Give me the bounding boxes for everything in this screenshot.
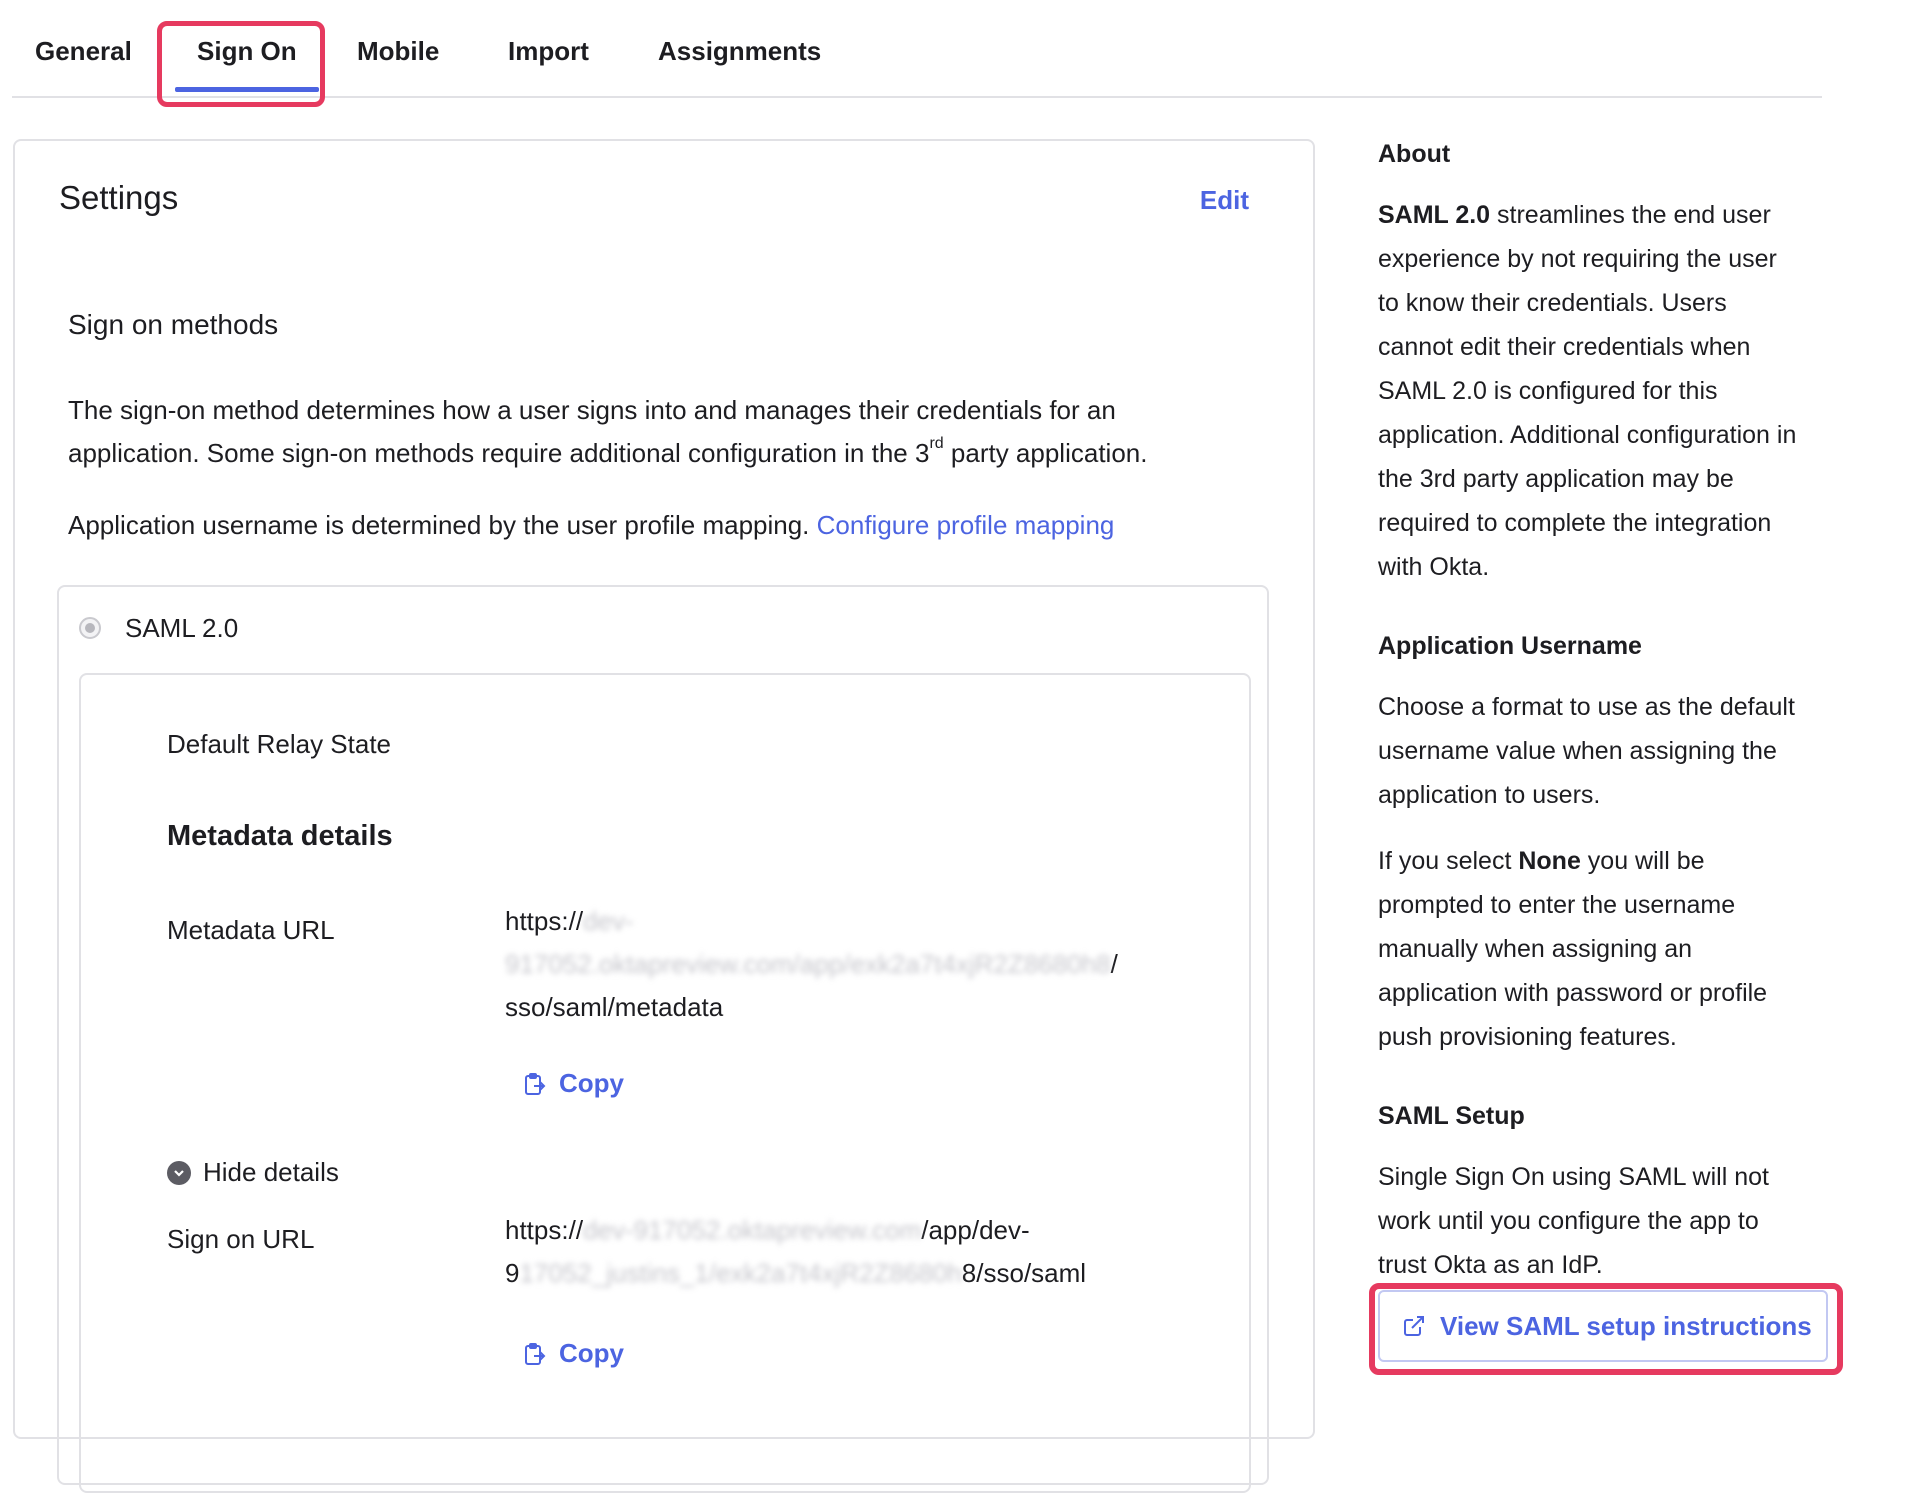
none-line: you will be [1580, 847, 1705, 875]
metadata-url-prefix: https:// [505, 906, 584, 936]
configure-profile-mapping-link[interactable]: Configure profile mapping [817, 510, 1115, 540]
button-highlight-box [1369, 1283, 1843, 1375]
metadata-url-label: Metadata URL [167, 915, 335, 945]
app-username-line: username value when assigning the [1378, 737, 1777, 765]
default-relay-state-label: Default Relay State [167, 729, 392, 759]
app-username-title: Application Username [1378, 632, 1642, 660]
username-text: Application username is determined by th… [68, 510, 817, 540]
saml-setup-text: Single Sign On using SAML will not work … [1378, 1155, 1858, 1287]
app-username-text: Choose a format to use as the default us… [1378, 685, 1858, 817]
clipboard-copy-icon [525, 1072, 546, 1095]
sign-on-methods-title: Sign on methods [68, 309, 279, 340]
desc-line-2-post: party application. [943, 438, 1148, 468]
desc-line-2-pre: application. Some sign-on methods requir… [68, 438, 930, 468]
tab-general[interactable]: General [35, 36, 132, 67]
sign-on-url-suffix: 8/sso/saml [961, 1258, 1087, 1288]
about-line: SAML 2.0 is configured for this [1378, 377, 1718, 405]
metadata-url-redacted-2: 917052.oktapreview.com/app/exk2a7t4xjR2Z… [505, 949, 1111, 979]
sign-on-methods-description: The sign-on method determines how a user… [68, 389, 1288, 475]
about-line: the 3rd party application may be [1378, 465, 1734, 493]
settings-card: Settings Edit Sign on methods The sign-o… [13, 139, 1315, 1493]
desc-line-1: The sign-on method determines how a user… [68, 395, 1116, 425]
metadata-url-suffix: sso/saml/metadata [505, 992, 724, 1022]
app-username-line: application to users. [1378, 781, 1601, 809]
about-line: experience by not requiring the user [1378, 245, 1777, 273]
sign-on-url-redacted-1: dev-917052.oktapreview.com [583, 1215, 922, 1245]
tab-import[interactable]: Import [508, 36, 589, 67]
metadata-url-redacted-1: dev- [583, 906, 634, 936]
about-title: About [1378, 140, 1451, 168]
hide-details-label: Hide details [203, 1157, 339, 1187]
about-line: required to complete the integration [1378, 509, 1772, 537]
saml-setup-line: trust Okta as an IdP. [1378, 1251, 1603, 1279]
metadata-url-value: https://dev- 917052.oktapreview.com/app/… [505, 900, 1185, 1029]
saml-details-box: Default Relay State Metadata details Met… [79, 673, 1251, 1493]
copy-sign-on-url-button[interactable]: Copy [523, 1338, 624, 1369]
tab-highlight-box [157, 21, 325, 107]
clipboard-copy-icon [525, 1342, 546, 1365]
none-option-text: If you select None you will be prompted … [1378, 839, 1858, 1059]
app-username-line: Choose a format to use as the default [1378, 693, 1795, 721]
tab-mobile[interactable]: Mobile [357, 36, 439, 67]
metadata-details-title: Metadata details [167, 820, 393, 852]
about-line: with Okta. [1378, 553, 1490, 581]
copy-label: Copy [559, 1068, 624, 1098]
desc-sup: rd [929, 435, 944, 452]
sign-on-url-line2-pre: 9 [505, 1258, 520, 1288]
hide-details-toggle[interactable]: Hide details [167, 1157, 339, 1188]
metadata-url-mid: / [1110, 949, 1118, 979]
none-line: application with password or profile [1378, 979, 1768, 1007]
none-line: manually when assigning an [1378, 935, 1693, 963]
about-line: application. Additional configuration in [1378, 421, 1797, 449]
copy-metadata-url-button[interactable]: Copy [523, 1068, 624, 1099]
none-line: push provisioning features. [1378, 1023, 1677, 1051]
sign-on-url-prefix: https:// [505, 1215, 584, 1245]
about-bold: SAML 2.0 [1378, 201, 1491, 229]
none-line: prompted to enter the username [1378, 891, 1736, 919]
tab-assignments[interactable]: Assignments [658, 36, 821, 67]
about-line: cannot edit their credentials when [1378, 333, 1751, 361]
chevron-circle-icon [167, 1160, 191, 1185]
copy-label: Copy [559, 1338, 624, 1368]
none-pre: If you select [1378, 847, 1519, 875]
sign-on-url-redacted-2: 17052_justins_1/exk2a7t4xjR2Z8680h [519, 1258, 962, 1288]
sign-on-url-mid: /app/dev- [921, 1215, 1030, 1245]
saml-method-box: SAML 2.0 Default Relay State Metadata de… [57, 585, 1269, 1493]
sign-on-url-label: Sign on URL [167, 1224, 315, 1254]
sign-on-url-value: https://dev-917052.oktapreview.com/app/d… [505, 1209, 1185, 1295]
username-mapping-text: Application username is determined by th… [68, 504, 1288, 547]
settings-title: Settings [59, 179, 179, 216]
about-line: streamlines the end user [1490, 201, 1771, 229]
about-line: to know their credentials. Users [1378, 289, 1727, 317]
saml-radio[interactable] [79, 617, 101, 639]
saml-setup-line: work until you configure the app to [1378, 1207, 1759, 1235]
saml-method-label: SAML 2.0 [125, 613, 239, 643]
none-bold: None [1518, 847, 1581, 875]
edit-button[interactable]: Edit [1200, 185, 1249, 216]
saml-setup-line: Single Sign On using SAML will not [1378, 1163, 1769, 1191]
about-text: SAML 2.0 streamlines the end user experi… [1378, 193, 1858, 589]
saml-setup-title: SAML Setup [1378, 1102, 1525, 1130]
